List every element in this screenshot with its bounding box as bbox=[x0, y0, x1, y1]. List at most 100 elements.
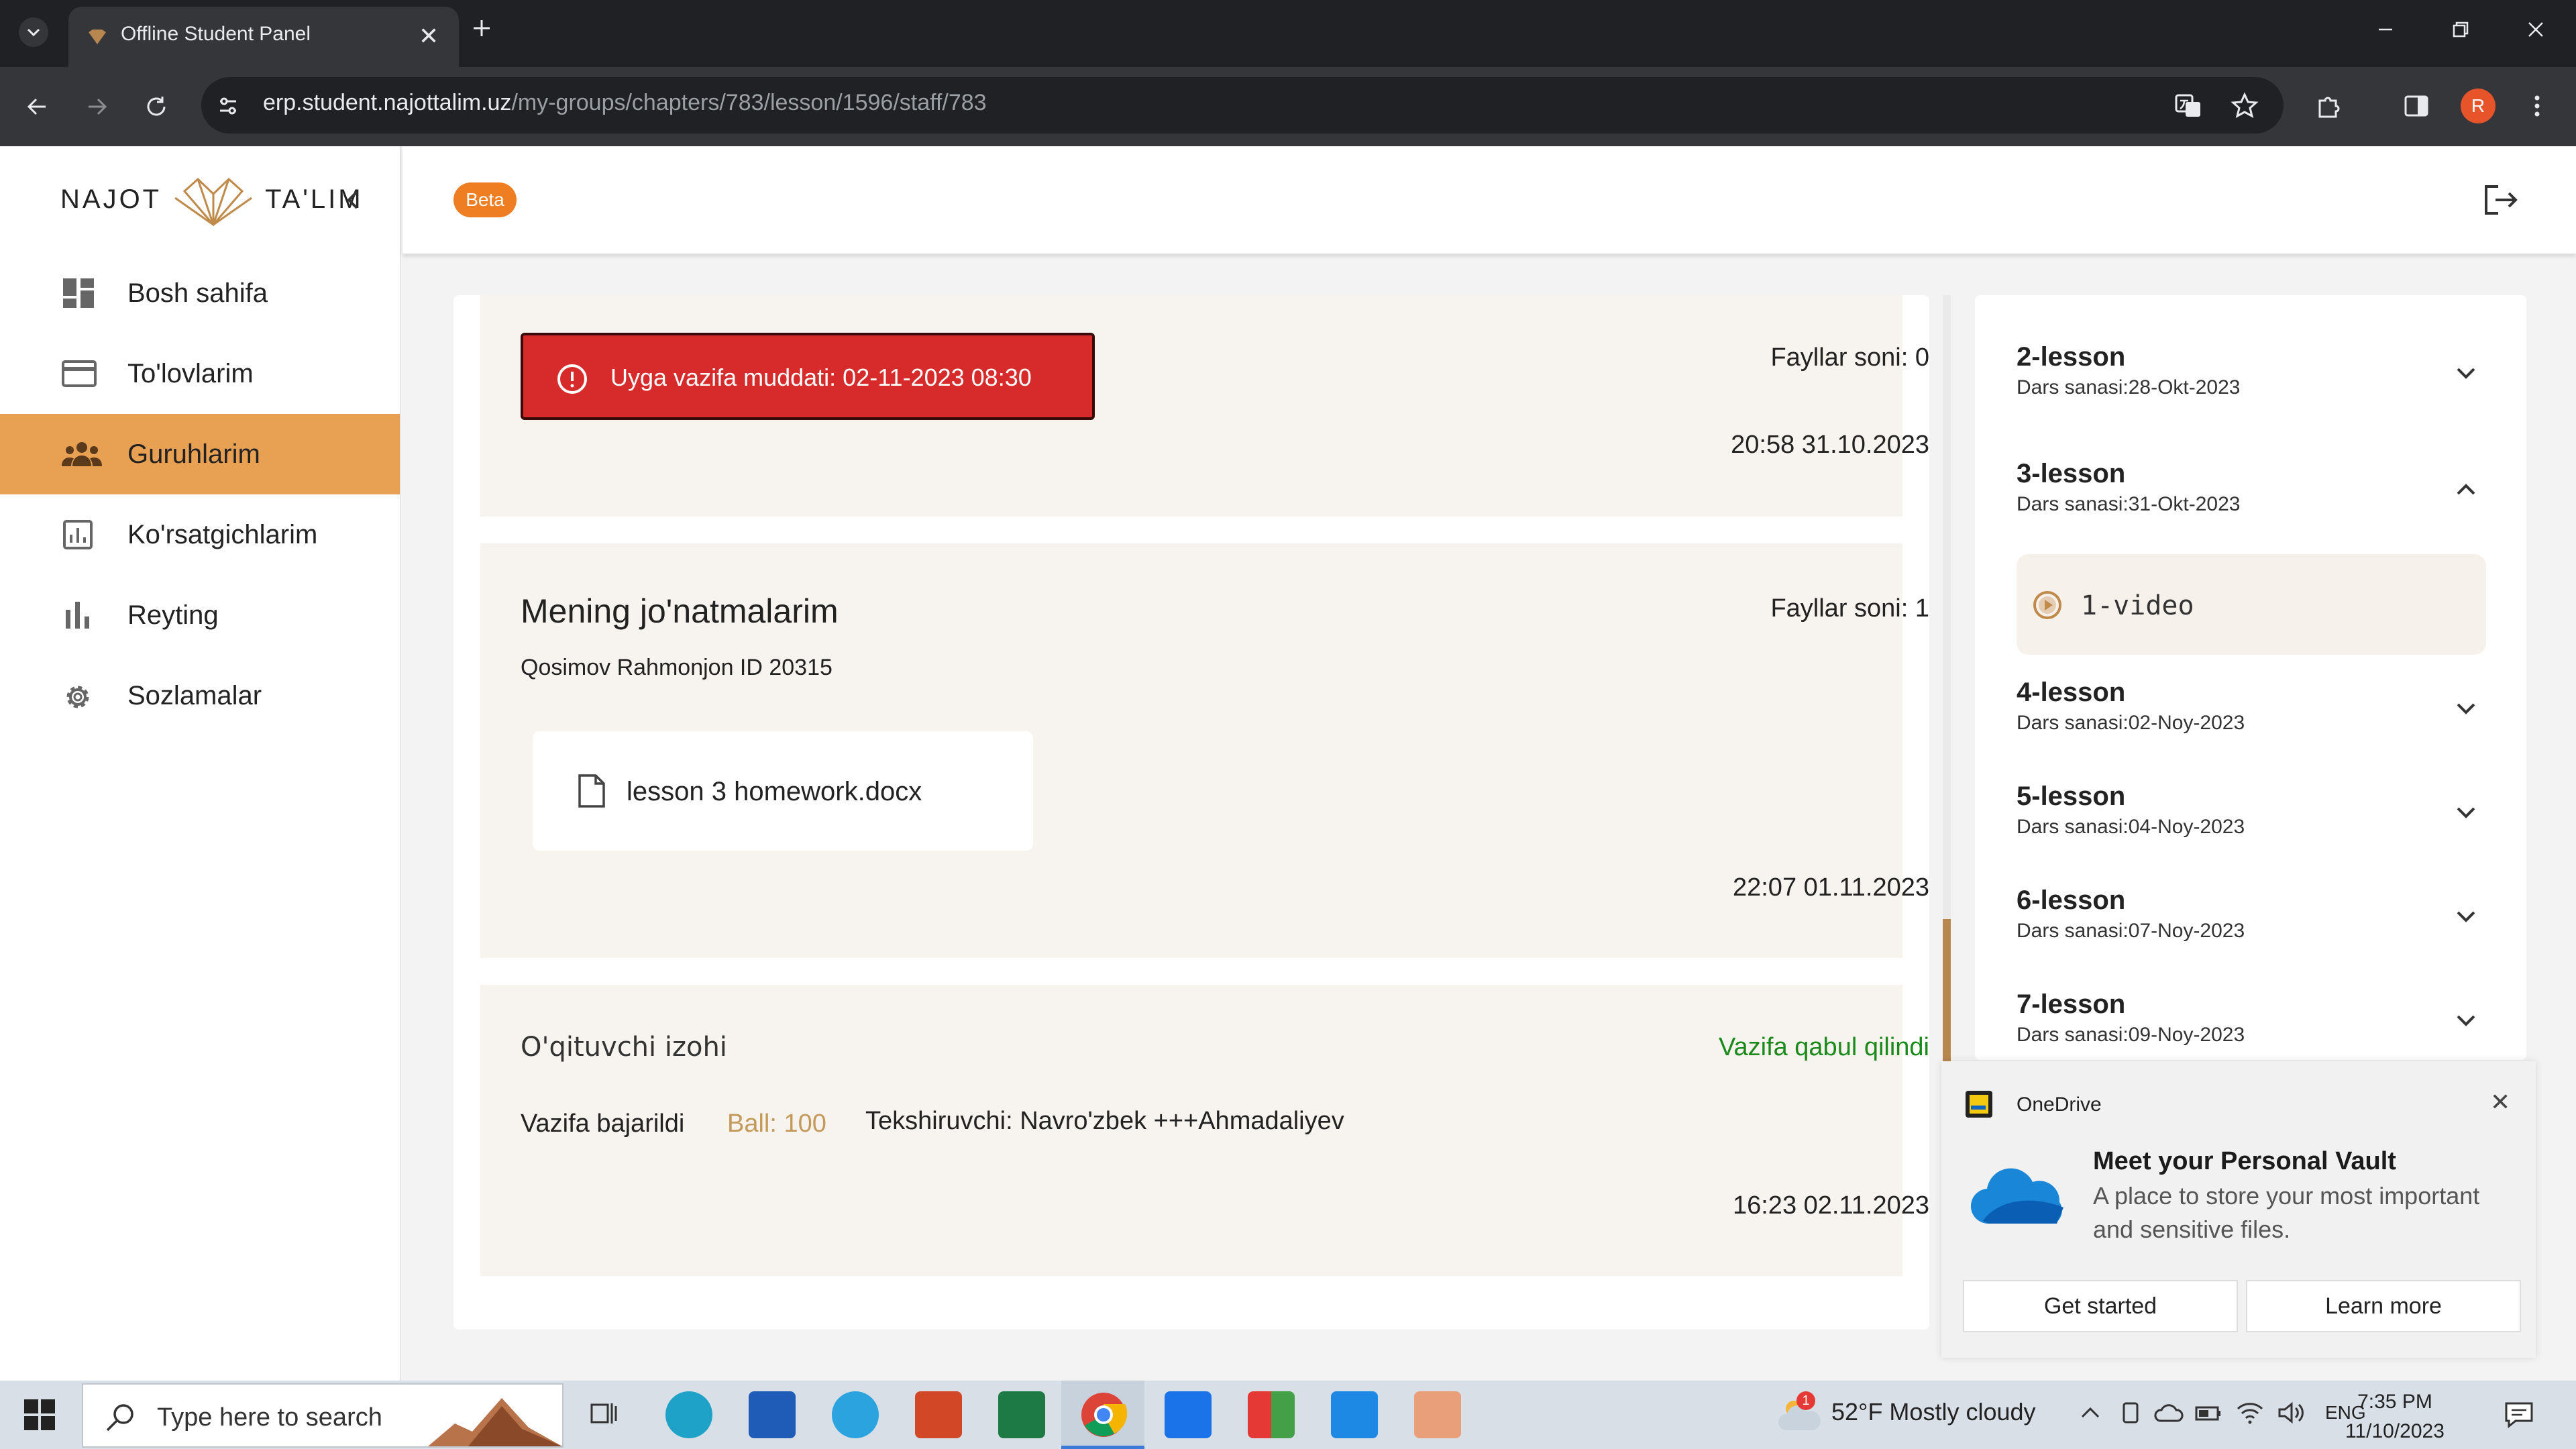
chrome-menu-button[interactable] bbox=[2528, 91, 2546, 121]
chat-bubble-icon bbox=[2505, 1402, 2533, 1429]
taskbar-search-box[interactable]: Type here to search bbox=[82, 1383, 564, 1448]
logo-text-left: NAJOT bbox=[60, 184, 162, 214]
notification-center-button[interactable] bbox=[2502, 1398, 2536, 1432]
site-favicon-icon bbox=[89, 30, 106, 44]
lesson-item[interactable]: 2-lesson Dars sanasi:28-Okt-2023 bbox=[2017, 342, 2241, 399]
translate-button[interactable] bbox=[2174, 91, 2203, 121]
restore-icon bbox=[2453, 21, 2469, 38]
onedrive-tray-icon[interactable] bbox=[2153, 1399, 2184, 1426]
calendar-taskbar-icon[interactable] bbox=[1165, 1391, 1212, 1438]
more-vertical-icon bbox=[2534, 95, 2540, 117]
lesson-video-item[interactable]: 1-video bbox=[2017, 554, 2486, 655]
battery-icon bbox=[2195, 1406, 2220, 1421]
deadline-text: Uyga vazifa muddati: 02-11-2023 08:30 bbox=[610, 364, 1032, 391]
lesson-item[interactable]: 6-lesson Dars sanasi:07-Noy-2023 bbox=[2017, 885, 2245, 943]
submitted-file[interactable]: lesson 3 homework.docx bbox=[533, 731, 1033, 851]
start-button[interactable] bbox=[24, 1399, 55, 1430]
telegram-taskbar-icon[interactable] bbox=[832, 1391, 879, 1438]
chrome-taskbar-icon[interactable] bbox=[1080, 1391, 1127, 1438]
lesson-item[interactable]: 7-lesson Dars sanasi:09-Noy-2023 bbox=[2017, 989, 2245, 1046]
notification-app-name: OneDrive bbox=[2017, 1093, 2102, 1116]
homework-files-count: Fayllar soni: 0 bbox=[1770, 343, 1929, 372]
powerpoint-taskbar-icon[interactable] bbox=[915, 1391, 962, 1438]
sidebar-item-reyting[interactable]: Reyting bbox=[0, 575, 400, 655]
reload-button[interactable] bbox=[142, 93, 170, 121]
sidebar-item-label: Guruhlarim bbox=[127, 439, 260, 469]
profile-avatar[interactable]: R bbox=[2461, 89, 2496, 123]
card-icon bbox=[62, 360, 97, 387]
plus-icon bbox=[474, 20, 490, 36]
volume-tray-icon[interactable] bbox=[2275, 1399, 2305, 1426]
windows-logo-icon bbox=[24, 1399, 55, 1430]
learn-more-button[interactable]: Learn more bbox=[2246, 1280, 2521, 1332]
edge-taskbar-icon[interactable] bbox=[665, 1391, 712, 1438]
get-started-button[interactable]: Get started bbox=[1963, 1280, 2238, 1332]
tab-close-icon[interactable]: ✕ bbox=[419, 23, 439, 50]
najot-talim-emblem-icon bbox=[174, 177, 252, 227]
top-header bbox=[402, 146, 2576, 254]
tab-search-button[interactable] bbox=[19, 17, 48, 47]
lesson-date: Dars sanasi:31-Okt-2023 bbox=[2017, 493, 2241, 515]
tune-icon bbox=[220, 97, 236, 115]
taskbar-clock[interactable]: 7:35 PM 11/10/2023 bbox=[2345, 1387, 2445, 1446]
clock-date: 11/10/2023 bbox=[2345, 1420, 2445, 1442]
file-icon bbox=[578, 774, 605, 808]
extensions-button[interactable] bbox=[2314, 91, 2344, 121]
lesson-item-active[interactable]: 3-lesson Dars sanasi:31-Okt-2023 bbox=[2017, 459, 2241, 516]
excel-taskbar-icon[interactable] bbox=[998, 1391, 1045, 1438]
tab-title: Offline Student Panel bbox=[121, 23, 311, 45]
najot-talim-logo[interactable]: NAJOT TA'LIM bbox=[60, 171, 364, 227]
minimize-button[interactable] bbox=[2372, 16, 2399, 43]
submissions-title: Mening jo'natmalarim bbox=[521, 592, 839, 630]
notification-close-icon[interactable]: ✕ bbox=[2490, 1088, 2510, 1116]
lesson-item[interactable]: 4-lesson Dars sanasi:02-Noy-2023 bbox=[2017, 678, 2245, 735]
word-taskbar-icon[interactable] bbox=[749, 1391, 796, 1438]
show-hidden-icons-button[interactable] bbox=[2077, 1399, 2104, 1426]
weather-text[interactable]: 52°F Mostly cloudy bbox=[1831, 1398, 2036, 1426]
app-taskbar-icon[interactable] bbox=[1414, 1391, 1461, 1438]
vscode-taskbar-icon[interactable] bbox=[1331, 1391, 1378, 1438]
notification-body: A place to store your most important and… bbox=[2093, 1182, 2480, 1243]
lesson-date: Dars sanasi:04-Noy-2023 bbox=[2017, 816, 2245, 838]
chevron-up-icon[interactable] bbox=[2453, 478, 2479, 502]
wifi-tray-icon[interactable] bbox=[2235, 1399, 2265, 1426]
collapse-sidebar-button[interactable] bbox=[342, 186, 365, 213]
sidebar-item-korsatgichlarim[interactable]: Ko'rsatgichlarim bbox=[0, 494, 400, 575]
wifi-icon bbox=[2237, 1403, 2263, 1424]
chevron-down-icon[interactable] bbox=[2453, 800, 2479, 824]
battery-tray-icon[interactable] bbox=[2194, 1399, 2224, 1426]
forward-button[interactable] bbox=[83, 93, 111, 121]
sidebar: Bosh sahifa To'lovlarim Guruhlarim Ko'rs… bbox=[0, 146, 401, 1381]
sidebar-item-sozlamalar[interactable]: Sozlamalar bbox=[0, 655, 400, 736]
submissions-files-count: Fayllar soni: 1 bbox=[1770, 594, 1929, 623]
chevron-down-icon[interactable] bbox=[2453, 904, 2479, 928]
chevron-down-icon[interactable] bbox=[2453, 1008, 2479, 1032]
back-button[interactable] bbox=[23, 93, 51, 121]
sidebar-item-tolovlarim[interactable]: To'lovlarim bbox=[0, 333, 400, 414]
logout-button[interactable] bbox=[2482, 182, 2521, 217]
app-taskbar-icon[interactable] bbox=[1248, 1391, 1295, 1438]
content-scrollbar-thumb[interactable] bbox=[1943, 919, 1951, 1061]
file-name: lesson 3 homework.docx bbox=[627, 777, 922, 806]
restore-button[interactable] bbox=[2447, 16, 2474, 43]
reviewed-at: 16:23 02.11.2023 bbox=[1732, 1191, 1929, 1220]
chevron-down-icon[interactable] bbox=[2453, 696, 2479, 720]
dashboard-icon bbox=[63, 278, 94, 308]
new-tab-button[interactable] bbox=[470, 16, 494, 40]
lesson-item[interactable]: 5-lesson Dars sanasi:04-Noy-2023 bbox=[2017, 782, 2245, 839]
sidebar-item-bosh-sahifa[interactable]: Bosh sahifa bbox=[0, 253, 400, 333]
sidebar-item-guruhlarim[interactable]: Guruhlarim bbox=[0, 414, 400, 494]
bookmark-button[interactable] bbox=[2230, 91, 2259, 121]
task-view-button[interactable] bbox=[588, 1397, 621, 1430]
bar-chart-icon bbox=[66, 602, 89, 629]
chevron-down-icon[interactable] bbox=[2453, 361, 2479, 385]
onedrive-notification: OneDrive ✕ Meet your Personal Vault A pl… bbox=[1941, 1061, 2536, 1358]
chevron-left-icon bbox=[347, 191, 358, 209]
device-tray-icon[interactable] bbox=[2117, 1399, 2144, 1426]
browser-tab[interactable]: Offline Student Panel ✕ bbox=[68, 7, 459, 67]
side-panel-button[interactable] bbox=[2402, 91, 2431, 121]
url-text[interactable]: erp.student.najottalim.uz/my-groups/chap… bbox=[263, 90, 987, 116]
site-info-button[interactable] bbox=[215, 93, 241, 119]
homework-created-at: 20:58 31.10.2023 bbox=[1731, 431, 1929, 459]
close-window-button[interactable] bbox=[2522, 16, 2549, 43]
